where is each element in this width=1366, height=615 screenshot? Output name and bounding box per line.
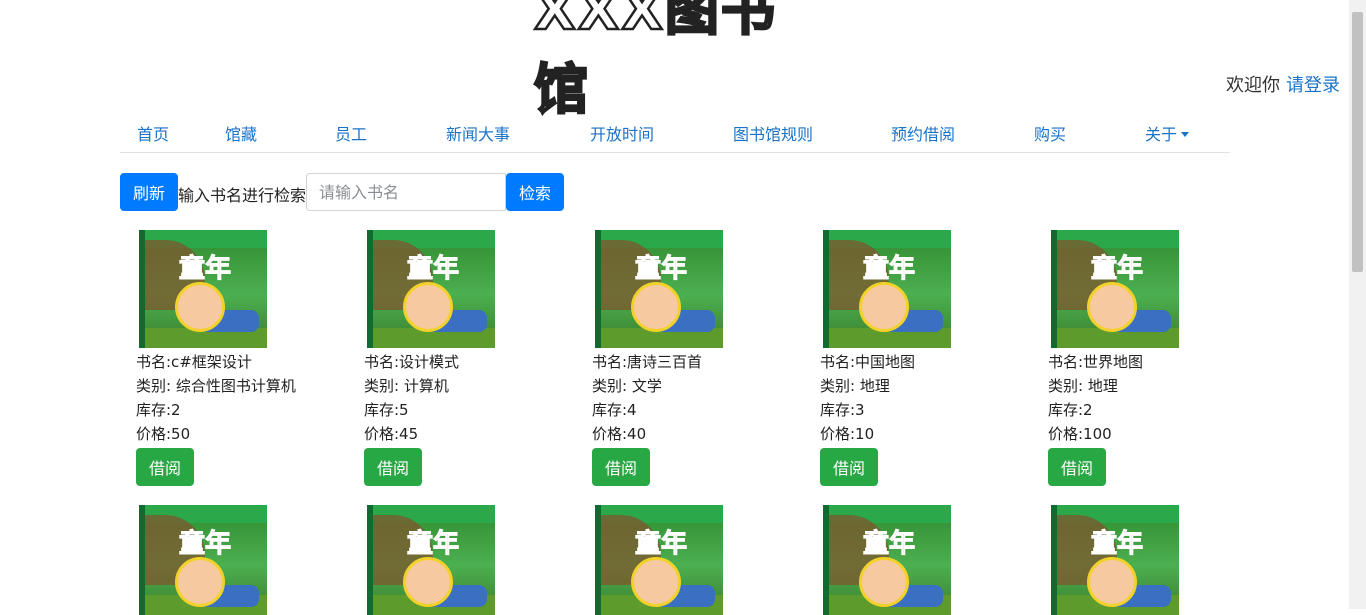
welcome-text: 欢迎你 bbox=[1226, 75, 1280, 96]
nav-home[interactable]: 首页 bbox=[137, 121, 169, 145]
search-prompt: 输入书名进行检索 bbox=[178, 186, 307, 205]
page-scrollbar[interactable] bbox=[1349, 0, 1366, 609]
nav-staff[interactable]: 员工 bbox=[335, 121, 367, 145]
book-cover-image[interactable]: 童年 bbox=[367, 505, 495, 615]
cover-title: 童年 bbox=[178, 254, 232, 285]
book-price: 价格:10 bbox=[820, 425, 875, 443]
book-stock: 库存:4 bbox=[592, 401, 637, 419]
login-link[interactable]: 请登录 bbox=[1286, 75, 1340, 96]
welcome-area: 欢迎你 请登录 bbox=[1226, 71, 1340, 97]
book-cover-image[interactable]: 童年 bbox=[1051, 230, 1179, 348]
book-card: 童年 bbox=[1048, 505, 1248, 615]
nav-purchase[interactable]: 购买 bbox=[1034, 121, 1066, 145]
cover-title: 童年 bbox=[862, 529, 916, 560]
book-cover-image[interactable]: 童年 bbox=[139, 505, 267, 615]
book-card: 童年 书名:c#框架设计 类别: 综合性图书计算机 库存:2 价格:50 借阅 bbox=[136, 230, 336, 486]
nav-about-label: 关于 bbox=[1145, 125, 1178, 144]
book-cover-image[interactable]: 童年 bbox=[367, 230, 495, 348]
book-card: 童年 书名:世界地图 类别: 地理 库存:2 价格:100 借阅 bbox=[1048, 230, 1248, 486]
borrow-button[interactable]: 借阅 bbox=[1048, 448, 1106, 486]
book-category: 类别: 地理 bbox=[1048, 377, 1118, 395]
book-name: 书名:中国地图 bbox=[820, 353, 916, 371]
refresh-button[interactable]: 刷新 bbox=[120, 173, 178, 211]
cover-title: 童年 bbox=[1090, 254, 1144, 285]
book-card: 童年 书名:唐诗三百首 类别: 文学 库存:4 价格:40 借阅 bbox=[592, 230, 792, 486]
book-card: 童年 bbox=[820, 505, 1020, 615]
book-name-input[interactable] bbox=[306, 173, 506, 211]
book-category: 类别: 地理 bbox=[820, 377, 890, 395]
search-button[interactable]: 检索 bbox=[506, 173, 564, 211]
caret-down-icon bbox=[1181, 132, 1190, 137]
borrow-button[interactable]: 借阅 bbox=[820, 448, 878, 486]
borrow-button[interactable]: 借阅 bbox=[136, 448, 194, 486]
borrow-button[interactable]: 借阅 bbox=[364, 448, 422, 486]
book-category: 类别: 文学 bbox=[592, 377, 662, 395]
book-stock: 库存:5 bbox=[364, 401, 409, 419]
book-stock: 库存:2 bbox=[1048, 401, 1093, 419]
cover-title: 童年 bbox=[1090, 529, 1144, 560]
scrollbar-thumb[interactable] bbox=[1352, 12, 1363, 272]
book-cover-image[interactable]: 童年 bbox=[139, 230, 267, 348]
nav-about-dropdown[interactable]: 关于 bbox=[1145, 121, 1190, 145]
book-category: 类别: 计算机 bbox=[364, 377, 449, 395]
cover-title: 童年 bbox=[862, 254, 916, 285]
library-logo: XXX图书馆 bbox=[533, 0, 777, 122]
book-stock: 库存:2 bbox=[136, 401, 181, 419]
cover-title: 童年 bbox=[406, 254, 460, 285]
book-name: 书名:世界地图 bbox=[1048, 353, 1144, 371]
book-name: 书名:c#框架设计 bbox=[136, 353, 252, 371]
cover-title: 童年 bbox=[178, 529, 232, 560]
book-card: 童年 bbox=[592, 505, 792, 615]
nav-reservation[interactable]: 预约借阅 bbox=[891, 121, 955, 145]
borrow-button[interactable]: 借阅 bbox=[592, 448, 650, 486]
book-price: 价格:45 bbox=[364, 425, 419, 443]
book-cover-image[interactable]: 童年 bbox=[823, 230, 951, 348]
cover-title: 童年 bbox=[406, 529, 460, 560]
book-cover-image[interactable]: 童年 bbox=[823, 505, 951, 615]
book-card: 童年 bbox=[136, 505, 336, 615]
book-card: 童年 书名:中国地图 类别: 地理 库存:3 价格:10 借阅 bbox=[820, 230, 1020, 486]
book-stock: 库存:3 bbox=[820, 401, 865, 419]
book-price: 价格:50 bbox=[136, 425, 191, 443]
book-card: 童年 书名:设计模式 类别: 计算机 库存:5 价格:45 借阅 bbox=[364, 230, 564, 486]
nav-opening-hours[interactable]: 开放时间 bbox=[590, 121, 654, 145]
book-name: 书名:设计模式 bbox=[364, 353, 460, 371]
cover-title: 童年 bbox=[634, 254, 688, 285]
book-category: 类别: 综合性图书计算机 bbox=[136, 377, 296, 395]
nav-collection[interactable]: 馆藏 bbox=[225, 121, 257, 145]
book-cover-image[interactable]: 童年 bbox=[595, 230, 723, 348]
book-name: 书名:唐诗三百首 bbox=[592, 353, 703, 371]
book-price: 价格:100 bbox=[1048, 425, 1112, 443]
main-nav: 首页 馆藏 员工 新闻大事 开放时间 图书馆规则 预约借阅 购买 关于 bbox=[120, 110, 1230, 153]
book-cover-image[interactable]: 童年 bbox=[1051, 505, 1179, 615]
nav-library-rules[interactable]: 图书馆规则 bbox=[733, 121, 813, 145]
book-price: 价格:40 bbox=[592, 425, 647, 443]
book-cover-image[interactable]: 童年 bbox=[595, 505, 723, 615]
nav-news[interactable]: 新闻大事 bbox=[446, 121, 510, 145]
cover-title: 童年 bbox=[634, 529, 688, 560]
book-card: 童年 bbox=[364, 505, 564, 615]
